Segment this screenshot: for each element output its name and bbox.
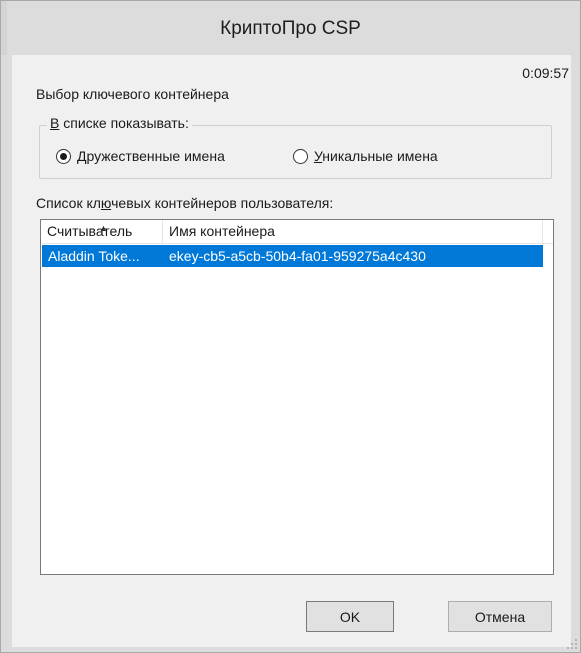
cancel-button[interactable]: Отмена	[448, 601, 552, 632]
radio-friendly-names[interactable]: Дружественные имена	[56, 148, 225, 164]
window-title: КриптоПро CSP	[220, 18, 361, 39]
legend-mnemonic: В	[50, 115, 60, 131]
dialog-window: КриптоПро CSP 0:09:57 Выбор ключевого ко…	[0, 0, 581, 653]
title-bar[interactable]: КриптоПро CSP	[1, 1, 580, 55]
sort-ascending-icon: ▲	[99, 223, 108, 233]
container-list-label: Список ключевых контейнеров пользователя…	[36, 195, 334, 211]
list-header: Считыватель ▲ Имя контейнера	[41, 220, 553, 244]
container-list[interactable]: Считыватель ▲ Имя контейнера Aladdin Tok…	[40, 219, 554, 575]
size-grip-icon[interactable]	[565, 637, 577, 649]
dialog-body: 0:09:57 Выбор ключевого контейнера В спи…	[12, 55, 571, 647]
radio-friendly-label: Дружественные имена	[77, 148, 225, 164]
show-options-legend: В списке показывать:	[47, 115, 192, 131]
table-row[interactable]: Aladdin Toke... ekey-cb5-a5cb-50b4-fa01-…	[42, 245, 543, 267]
column-header-container-name[interactable]: Имя контейнера	[163, 220, 543, 244]
radio-dot	[60, 152, 67, 160]
legend-text: списке показывать:	[59, 115, 189, 131]
countdown-timer: 0:09:57	[522, 65, 569, 81]
radio-unchecked-icon[interactable]	[293, 148, 308, 164]
cell-container-name: ekey-cb5-a5cb-50b4-fa01-959275a4c430	[169, 248, 426, 264]
dialog-heading: Выбор ключевого контейнера	[36, 86, 229, 102]
cell-reader: Aladdin Toke...	[48, 248, 140, 264]
column-header-reader[interactable]: Считыватель ▲	[41, 220, 163, 244]
radio-checked-icon[interactable]	[56, 148, 71, 164]
ok-button[interactable]: OK	[306, 601, 394, 632]
radio-unique-names[interactable]: Уникальные имена	[293, 148, 438, 164]
radio-unique-label: Уникальные имена	[314, 148, 438, 164]
